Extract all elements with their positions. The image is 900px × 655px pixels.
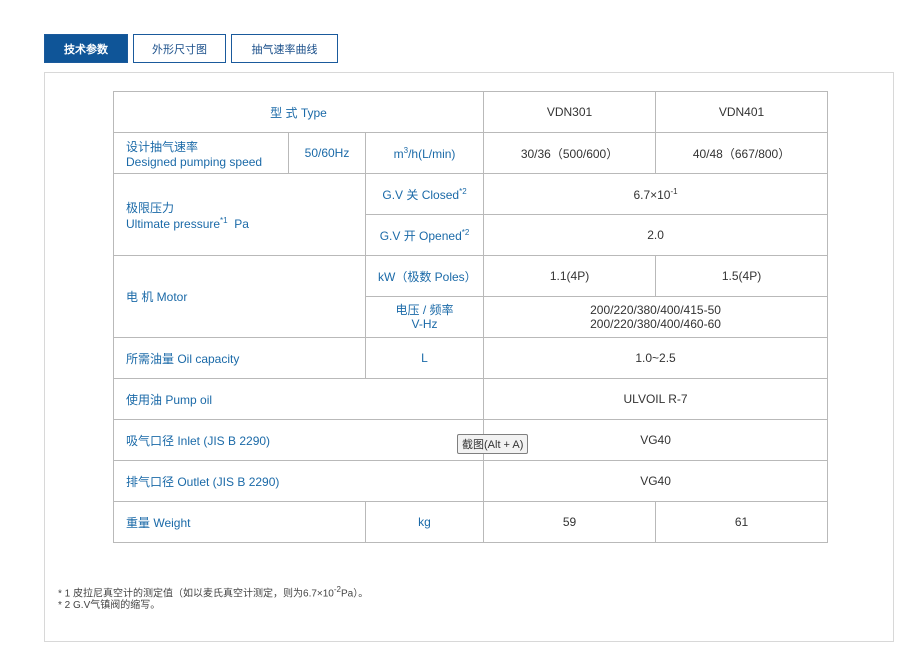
unit-text: Pa [234, 216, 249, 231]
footnote-text: Pa）。 [341, 588, 369, 600]
tab-pumping-speed-curve[interactable]: 抽气速率曲线 [231, 34, 338, 63]
screenshot-tooltip: 截图(Alt + A) [457, 434, 529, 454]
model-vdn301: VDN301 [483, 91, 657, 133]
pumping-speed-label-cn: 设计抽气速率 [126, 139, 199, 154]
table-row: 所需油量 Oil capacity L 1.0~2.5 [113, 337, 829, 379]
ultimate-pressure-label-en: Ultimate pressure*1 Pa [126, 216, 353, 231]
pumping-speed-label: 设计抽气速率 Designed pumping speed [113, 132, 289, 174]
tab-dimensions[interactable]: 外形尺寸图 [133, 34, 226, 63]
outlet-label: 排气口径 Outlet (JIS B 2290) [112, 460, 485, 502]
gv-opened-cell: G.V 开 Opened*2 [364, 214, 485, 256]
voltage-line: 200/220/380/400/460-60 [590, 317, 721, 331]
ultimate-pressure-label-cn: 极限压力 [126, 200, 175, 215]
type-header: 型 式 Type [112, 91, 485, 133]
spec-table: 型 式 Type VDN301 VDN401 设计抽气速率 Designed p… [112, 91, 829, 543]
motor-power-vdn301: 1.1(4P) [483, 255, 657, 297]
voltage-unit-line: 电压 / 频率 [395, 303, 454, 317]
motor-voltage-unit: 电压 / 频率 V-Hz [364, 296, 485, 338]
motor-power-unit: kW（极数 Poles） [364, 255, 485, 297]
gv-closed-value: 6.7×10-1 [483, 173, 829, 215]
pumping-speed-vdn401: 40/48（667/800） [655, 132, 829, 174]
frequency-cell: 50/60Hz [288, 132, 366, 174]
gv-closed-label: G.V 关 Closed [382, 187, 460, 202]
value-exponent: -1 [670, 186, 678, 196]
voltage-unit-line: V-Hz [411, 317, 438, 331]
motor-voltage-value: 200/220/380/400/415-50 200/220/380/400/4… [483, 296, 829, 338]
table-row: 排气口径 Outlet (JIS B 2290) VG40 [112, 460, 829, 502]
weight-vdn401: 61 [655, 501, 829, 543]
oil-capacity-unit: L [364, 337, 485, 379]
footnote-mark: *2 [459, 186, 467, 196]
footnote-text: * 1 皮拉尼真空计的测定值（如以麦氏真空计测定，则为6.7×10 [58, 588, 334, 600]
gv-opened-value: 2.0 [483, 214, 829, 256]
table-row: 重量 Weight kg 59 61 [113, 501, 829, 543]
table-row: 极限压力 Ultimate pressure*1 Pa G.V 关 Closed… [113, 173, 829, 256]
ultimate-pressure-label: 极限压力 Ultimate pressure*1 Pa [113, 173, 366, 256]
tab-bar: 技术参数 外形尺寸图 抽气速率曲线 [44, 34, 338, 63]
spec-panel: 型 式 Type VDN301 VDN401 设计抽气速率 Designed p… [44, 72, 894, 642]
pumping-speed-label-en: Designed pumping speed [126, 154, 263, 169]
footnotes: * 1 皮拉尼真空计的测定值（如以麦氏真空计测定，则为6.7×10-2Pa）。 … [58, 584, 368, 612]
inlet-label: 吸气口径 Inlet (JIS B 2290) [112, 419, 485, 461]
outlet-value: VG40 [483, 460, 829, 502]
oil-capacity-label: 所需油量 Oil capacity [113, 337, 366, 379]
footnote-mark: *1 [220, 215, 228, 225]
pump-oil-value: ULVOIL R-7 [483, 378, 829, 420]
voltage-line: 200/220/380/400/415-50 [590, 303, 721, 317]
pump-oil-label: 使用油 Pump oil [112, 378, 485, 420]
pumping-speed-vdn301: 30/36（500/600） [483, 132, 657, 174]
footnote-1: * 1 皮拉尼真空计的测定值（如以麦氏真空计测定，则为6.7×10-2Pa）。 [58, 584, 368, 600]
value-base: 6.7×10 [633, 187, 671, 202]
tab-specifications[interactable]: 技术参数 [44, 34, 128, 63]
weight-label: 重量 Weight [113, 501, 366, 543]
table-row: 型 式 Type VDN301 VDN401 [112, 91, 829, 133]
footnote-exponent: -2 [333, 585, 341, 594]
table-row: 使用油 Pump oil ULVOIL R-7 [112, 378, 829, 420]
weight-vdn301: 59 [483, 501, 657, 543]
inlet-value: VG40 [483, 419, 829, 461]
unit-part: m [393, 146, 404, 161]
footnote-2: * 2 G.V气镇阀的缩写。 [58, 600, 161, 612]
footnote-mark: *2 [461, 227, 470, 237]
label-text: Ultimate pressure [126, 216, 221, 231]
motor-power-vdn401: 1.5(4P) [655, 255, 829, 297]
unit-part: /h(L/min) [408, 146, 456, 161]
table-row: 设计抽气速率 Designed pumping speed 50/60Hz m3… [113, 132, 829, 174]
gv-closed-cell: G.V 关 Closed*2 [364, 173, 485, 215]
gv-opened-label: G.V 开 Opened [379, 228, 462, 243]
model-vdn401: VDN401 [655, 91, 829, 133]
table-row: 电 机 Motor kW（极数 Poles） 1.1(4P) 1.5(4P) [113, 255, 829, 338]
weight-unit: kg [364, 501, 485, 543]
pumping-speed-unit: m3/h(L/min) [364, 132, 485, 174]
oil-capacity-value: 1.0~2.5 [483, 337, 829, 379]
motor-label: 电 机 Motor [113, 255, 366, 338]
